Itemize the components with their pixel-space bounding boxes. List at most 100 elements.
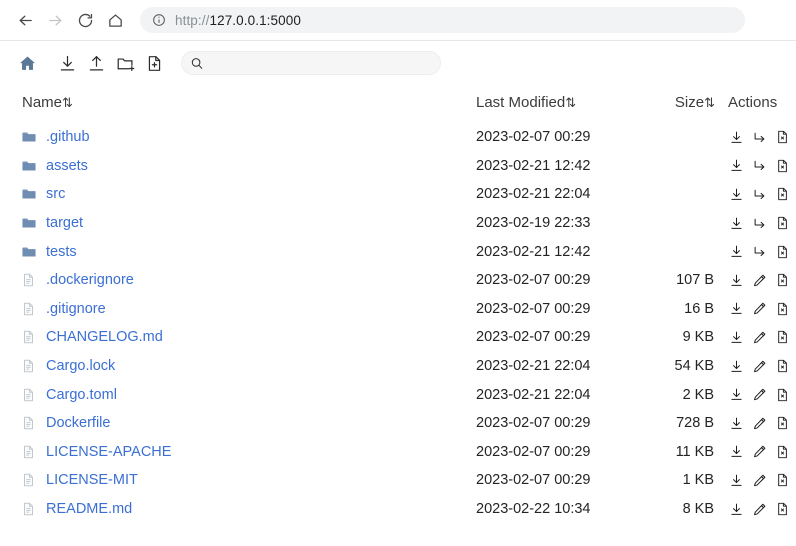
table-row[interactable]: Cargo.toml 2023-02-21 22:04 2 KB [0,380,796,409]
download-action-button[interactable] [728,327,745,347]
folder-link[interactable]: src [46,186,65,202]
table-row[interactable]: .gitignore 2023-02-07 00:29 16 B [0,295,796,324]
row-actions [728,442,796,462]
sort-icon[interactable]: ⇅ [62,95,73,110]
folder-link[interactable]: .github [46,129,90,145]
new-folder-icon [117,57,134,71]
table-row[interactable]: tests 2023-02-21 12:42 [0,237,796,266]
download-action-button[interactable] [728,413,745,433]
edit-action-button[interactable] [751,385,768,405]
move-action-button[interactable] [751,242,768,262]
table-row[interactable]: src 2023-02-21 22:04 [0,180,796,209]
file-link[interactable]: .gitignore [46,301,106,317]
table-row[interactable]: target 2023-02-19 22:33 [0,209,796,238]
file-link[interactable]: .dockerignore [46,272,134,288]
download-action-button[interactable] [728,385,745,405]
delete-action-button[interactable] [774,413,791,433]
column-header-last-modified[interactable]: Last Modified⇅ [476,92,652,123]
table-row[interactable]: .dockerignore 2023-02-07 00:29 107 B [0,266,796,295]
file-link[interactable]: LICENSE-MIT [46,472,138,488]
delete-action-button[interactable] [774,156,791,176]
edit-action-button[interactable] [751,499,768,519]
toolbar-upload-button[interactable] [83,50,109,76]
table-row[interactable]: assets 2023-02-21 12:42 [0,152,796,181]
delete-action-button[interactable] [774,470,791,490]
browser-reload-button[interactable] [70,5,100,35]
download-action-button[interactable] [728,470,745,490]
sort-icon[interactable]: ⇅ [704,95,715,110]
cell-actions [718,152,796,181]
delete-action-button[interactable] [774,327,791,347]
search-input[interactable] [209,52,432,74]
edit-action-button[interactable] [751,413,768,433]
move-action-button[interactable] [751,213,768,233]
browser-back-button[interactable] [10,5,40,35]
toolbar-download-button[interactable] [54,50,80,76]
move-action-button[interactable] [751,184,768,204]
file-link[interactable]: CHANGELOG.md [46,329,163,345]
move-action-button[interactable] [751,156,768,176]
delete-action-button[interactable] [774,442,791,462]
download-action-button[interactable] [728,184,745,204]
download-action-button[interactable] [728,270,745,290]
edit-action-button[interactable] [751,327,768,347]
file-link[interactable]: Cargo.toml [46,387,117,403]
download-action-button[interactable] [728,499,745,519]
move-action-button[interactable] [751,127,768,147]
edit-action-button[interactable] [751,442,768,462]
edit-pencil-icon [754,360,766,372]
column-header-size-label: Size [674,94,705,111]
folder-link[interactable]: target [46,215,83,231]
file-table: Name⇅ Last Modified⇅ Size⇅ Actions .gith… [0,92,796,523]
table-row[interactable]: CHANGELOG.md 2023-02-07 00:29 9 KB [0,323,796,352]
delete-action-button[interactable] [774,299,791,319]
column-header-size[interactable]: Size⇅ [652,92,718,123]
edit-action-button[interactable] [751,356,768,376]
sort-icon[interactable]: ⇅ [565,95,576,110]
folder-icon [21,247,36,257]
download-action-button[interactable] [728,356,745,376]
table-row[interactable]: .github 2023-02-07 00:29 [0,123,796,152]
download-action-button[interactable] [728,127,745,147]
cell-name: .dockerignore [0,266,476,295]
table-row[interactable]: Dockerfile 2023-02-07 00:29 728 B [0,409,796,438]
column-header-name[interactable]: Name⇅ [0,92,476,123]
toolbar-new-file-button[interactable] [141,50,167,76]
file-link[interactable]: README.md [46,501,132,517]
delete-action-button[interactable] [774,385,791,405]
toolbar-home-button[interactable] [14,50,40,76]
browser-home-button[interactable] [100,5,130,35]
edit-action-button[interactable] [751,270,768,290]
download-action-button[interactable] [728,442,745,462]
browser-forward-button[interactable] [40,5,70,35]
edit-action-button[interactable] [751,299,768,319]
download-action-button[interactable] [728,213,745,233]
address-bar[interactable]: http://127.0.0.1:5000 [140,7,745,33]
delete-action-button[interactable] [774,213,791,233]
arrow-left-icon [19,15,32,25]
delete-action-button[interactable] [774,184,791,204]
delete-action-button[interactable] [774,127,791,147]
folder-link[interactable]: tests [46,244,77,260]
download-action-button[interactable] [728,299,745,319]
folder-link[interactable]: assets [46,158,88,174]
edit-action-button[interactable] [751,470,768,490]
search-box[interactable] [181,51,441,75]
table-row[interactable]: LICENSE-APACHE 2023-02-07 00:29 11 KB [0,438,796,467]
table-row[interactable]: LICENSE-MIT 2023-02-07 00:29 1 KB [0,466,796,495]
delete-action-button[interactable] [774,242,791,262]
file-link[interactable]: Dockerfile [46,415,110,431]
table-row[interactable]: README.md 2023-02-22 10:34 8 KB [0,495,796,524]
download-icon [731,274,742,286]
file-link[interactable]: Cargo.lock [46,358,115,374]
download-action-button[interactable] [728,242,745,262]
cell-name: target [0,209,476,238]
delete-action-button[interactable] [774,499,791,519]
delete-action-button[interactable] [774,270,791,290]
delete-action-button[interactable] [774,356,791,376]
table-row[interactable]: Cargo.lock 2023-02-21 22:04 54 KB [0,352,796,381]
download-icon [731,331,742,343]
toolbar-new-folder-button[interactable] [112,50,138,76]
download-action-button[interactable] [728,156,745,176]
file-link[interactable]: LICENSE-APACHE [46,444,171,460]
